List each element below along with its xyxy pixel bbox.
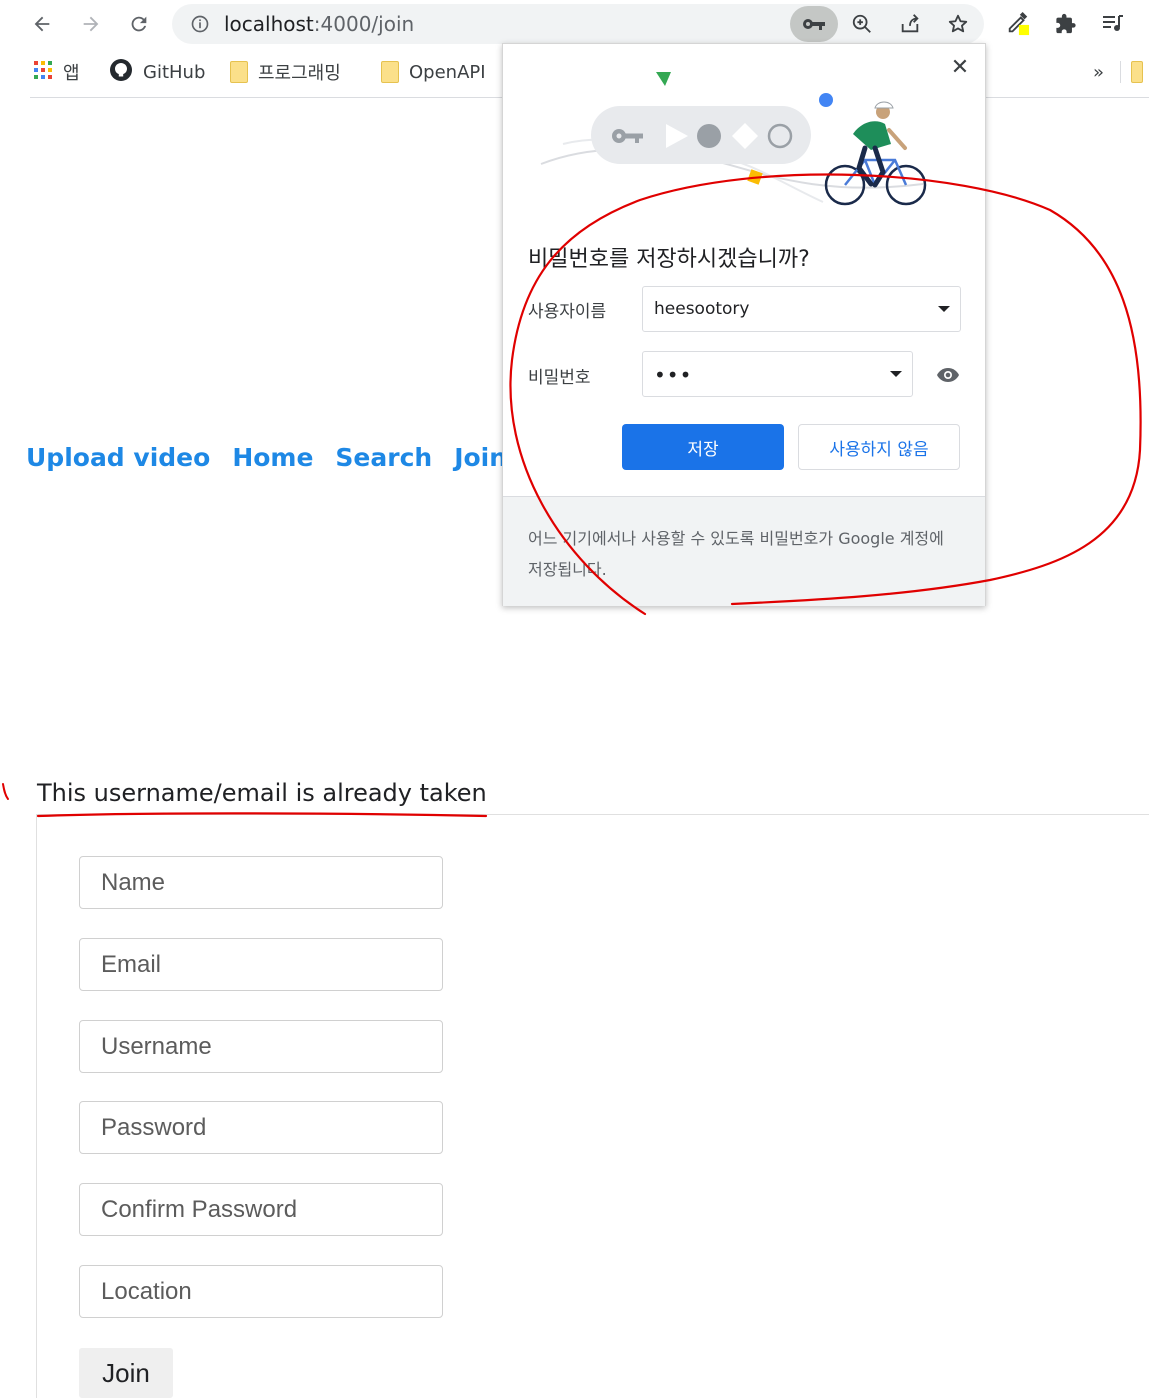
reload-icon[interactable] xyxy=(127,12,151,36)
folder-icon xyxy=(230,61,248,83)
back-icon[interactable] xyxy=(30,12,54,36)
address-bar[interactable]: localhost:4000/join xyxy=(172,4,984,44)
url-text[interactable]: localhost:4000/join xyxy=(224,13,414,35)
overflow-label: » xyxy=(1093,61,1105,83)
eyedropper-icon[interactable] xyxy=(1006,12,1030,36)
cyclist-icon xyxy=(824,101,927,206)
chevron-down-icon xyxy=(890,371,902,377)
nav-link-home[interactable]: Home xyxy=(232,443,313,472)
username-value: heesootory xyxy=(654,299,750,319)
folder-icon xyxy=(381,61,399,83)
password-input[interactable] xyxy=(79,1101,443,1154)
username-select[interactable]: heesootory xyxy=(642,286,961,332)
eye-icon[interactable] xyxy=(935,362,961,388)
username-label: 사용자이름 xyxy=(528,302,607,322)
url-path: :4000/join xyxy=(313,12,415,36)
email-input[interactable] xyxy=(79,938,443,991)
divider xyxy=(1120,61,1121,83)
dialog-footer: 어느 기기에서나 사용할 수 있도록 비밀번호가 Google 계정에 저장됩니… xyxy=(503,496,985,606)
bookmark-label: OpenAPI xyxy=(409,61,486,83)
nav-link-join[interactable]: Join xyxy=(454,443,507,472)
confirm-password-input[interactable] xyxy=(79,1183,443,1236)
never-button[interactable]: 사용하지 않음 xyxy=(798,424,960,470)
forward-icon[interactable] xyxy=(79,12,103,36)
zoom-icon[interactable] xyxy=(850,12,874,36)
site-nav: Upload video Home Search Join xyxy=(26,443,529,479)
bookmark-folder-programming[interactable]: 프로그래밍 xyxy=(230,60,341,84)
info-icon[interactable] xyxy=(188,12,212,36)
password-illustration xyxy=(540,72,927,206)
username-input[interactable] xyxy=(79,1020,443,1073)
star-icon[interactable] xyxy=(946,12,970,36)
save-button[interactable]: 저장 xyxy=(622,424,784,470)
name-input[interactable] xyxy=(79,856,443,909)
password-value: ••• xyxy=(654,363,693,387)
footer-text: 어느 기기에서나 사용할 수 있도록 비밀번호가 Google 계정에 저장됩니… xyxy=(528,529,944,579)
key-icon[interactable] xyxy=(790,6,838,42)
bookmark-apps[interactable]: 앱 xyxy=(33,60,80,84)
github-icon xyxy=(109,58,133,87)
folder-icon xyxy=(1131,61,1143,83)
bookmark-folder-openapi[interactable]: OpenAPI xyxy=(381,60,486,84)
bookmark-label: 프로그래밍 xyxy=(258,63,341,84)
password-select[interactable]: ••• xyxy=(642,351,913,397)
share-icon[interactable] xyxy=(898,12,922,36)
save-password-dialog: ✕ 비밀번호를 저장하시겠습니까? 사용자이름 heesootory 비밀번호 … xyxy=(502,43,986,606)
bookmarks-overflow[interactable]: » xyxy=(1093,60,1104,84)
apps-icon xyxy=(33,60,53,85)
url-host: localhost xyxy=(224,12,314,36)
tick-annotation xyxy=(2,783,9,800)
location-input[interactable] xyxy=(79,1265,443,1318)
bookmark-folder-partial[interactable] xyxy=(1120,60,1143,84)
join-button[interactable]: Join xyxy=(79,1348,173,1398)
media-icon[interactable] xyxy=(1101,12,1125,36)
join-form: Join xyxy=(36,814,1149,1398)
bookmark-github[interactable]: GitHub xyxy=(109,58,206,87)
password-label: 비밀번호 xyxy=(528,368,591,388)
dialog-title: 비밀번호를 저장하시겠습니까? xyxy=(528,247,810,272)
nav-link-search[interactable]: Search xyxy=(335,443,432,472)
bookmark-label: 앱 xyxy=(63,63,80,84)
extensions-icon[interactable] xyxy=(1054,12,1078,36)
chevron-down-icon xyxy=(938,306,950,312)
error-message: This username/email is already taken xyxy=(37,779,487,807)
browser-toolbar: localhost:4000/join xyxy=(0,0,1149,48)
nav-link-upload-video[interactable]: Upload video xyxy=(26,443,210,472)
bookmark-label: GitHub xyxy=(143,61,206,83)
